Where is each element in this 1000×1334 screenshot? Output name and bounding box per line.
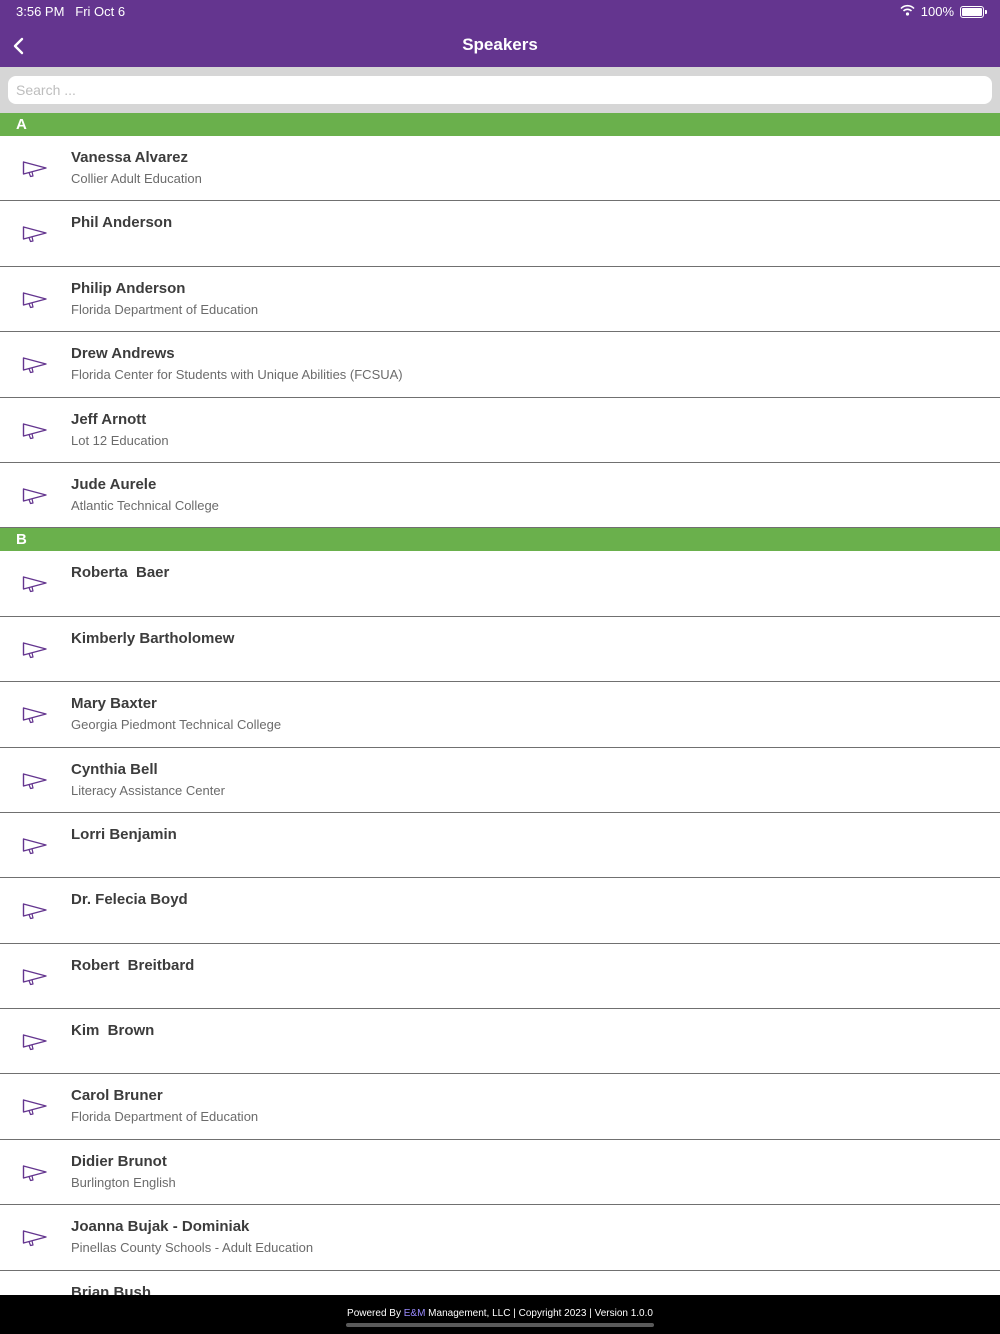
speaker-row[interactable]: Mary Baxter Georgia Piedmont Technical Co…: [0, 682, 1000, 748]
speaker-row[interactable]: Kimberly Bartholomew: [0, 616, 1000, 683]
wifi-icon: [900, 4, 915, 19]
speaker-row[interactable]: Carol Bruner Florida Department of Educat…: [0, 1074, 1000, 1140]
footer: Powered By E&M Management, LLC | Copyrig…: [0, 1295, 1000, 1334]
speaker-organization: Florida Center for Students with Unique …: [71, 367, 403, 383]
megaphone-icon: [22, 354, 48, 374]
megaphone-icon: [22, 420, 48, 440]
speaker-list[interactable]: A Vanessa Alvarez Collier Adult Education P…: [0, 113, 1000, 1295]
speaker-name: Didier Brunot: [71, 1152, 167, 1170]
megaphone-icon: [22, 1031, 48, 1051]
footer-brand: E&M: [403, 1308, 426, 1319]
search-input[interactable]: [8, 76, 992, 104]
speaker-row[interactable]: Cynthia Bell Literacy Assistance Center: [0, 747, 1000, 813]
speaker-name: Cynthia Bell: [71, 760, 158, 778]
speaker-name: Robert Breitbard: [71, 956, 195, 974]
speaker-organization: Georgia Piedmont Technical College: [71, 717, 282, 733]
megaphone-icon: [22, 158, 48, 178]
speaker-organization: Burlington English: [71, 1174, 176, 1190]
megaphone-icon: [22, 1162, 48, 1182]
megaphone-icon: [22, 639, 48, 659]
megaphone-icon: [22, 1227, 48, 1247]
speaker-name: Joanna Bujak - Dominiak: [71, 1218, 250, 1236]
speaker-row[interactable]: Robert Breitbard: [0, 943, 1000, 1010]
status-indicators: 100%: [900, 4, 987, 19]
home-indicator: [346, 1323, 654, 1327]
speaker-name: Lorri Benjamin: [71, 825, 177, 843]
megaphone-icon: [22, 966, 48, 986]
speaker-row[interactable]: Philip Anderson Florida Department of Edu…: [0, 266, 1000, 333]
speaker-row[interactable]: Joanna Bujak - Dominiak Pinellas County S…: [0, 1205, 1000, 1271]
megaphone-icon: [22, 485, 48, 505]
speaker-row[interactable]: Didier Brunot Burlington English: [0, 1139, 1000, 1206]
status-time: 3:56 PM Fri Oct 6: [16, 4, 125, 19]
megaphone-icon: [22, 573, 48, 593]
speaker-name: Mary Baxter: [71, 695, 157, 713]
megaphone-icon: [22, 900, 48, 920]
speaker-name: Kimberly Bartholomew: [71, 629, 235, 647]
navigation-bar: 3:56 PM Fri Oct 6 100% Speakers: [0, 0, 1000, 67]
megaphone-icon: [22, 289, 48, 309]
speaker-name: Kim Brown: [71, 1022, 155, 1040]
speaker-name: Vanessa Alvarez: [71, 149, 189, 166]
footer-text: Powered By E&M Management, LLC | Copyrig…: [0, 1308, 1000, 1319]
speaker-row[interactable]: Kim Brown: [0, 1009, 1000, 1075]
speaker-name: Carol Bruner: [71, 1087, 163, 1105]
speaker-row[interactable]: Brian Bush: [0, 1270, 1000, 1295]
megaphone-icon: [22, 835, 48, 855]
megaphone-icon: [22, 1096, 48, 1116]
speaker-name: Jude Aurele: [71, 475, 157, 493]
speaker-name: Roberta Baer: [71, 564, 170, 582]
speaker-row[interactable]: Lorri Benjamin: [0, 812, 1000, 879]
speaker-row[interactable]: Jude Aurele Atlantic Technical College: [0, 462, 1000, 529]
speaker-organization: Atlantic Technical College: [71, 497, 219, 513]
megaphone-icon: [22, 770, 48, 790]
status-clock: 3:56 PM: [16, 4, 65, 19]
page-title: Speakers: [462, 35, 538, 54]
megaphone-icon: [22, 223, 48, 243]
speaker-row[interactable]: Vanessa Alvarez Collier Adult Education: [0, 136, 1000, 202]
section-header-b: B: [0, 528, 1000, 552]
megaphone-icon: [22, 704, 48, 724]
speaker-name: Phil Anderson: [71, 214, 173, 232]
speaker-organization: Florida Department of Education: [71, 1109, 259, 1125]
speaker-name: Drew Andrews: [71, 345, 175, 363]
battery-icon: [960, 5, 987, 18]
footer-suffix: Management, LLC | Copyright 2023 | Versi…: [425, 1308, 653, 1319]
footer-prefix: Powered By: [347, 1308, 404, 1319]
speaker-organization: Florida Department of Education: [71, 301, 259, 317]
speaker-organization: Literacy Assistance Center: [71, 782, 225, 798]
speaker-name: Brian Bush: [71, 1283, 152, 1295]
speaker-organization: Lot 12 Education: [71, 432, 169, 448]
speaker-row[interactable]: Phil Anderson: [0, 201, 1000, 267]
speaker-name: Philip Anderson: [71, 279, 186, 297]
search-bar: [0, 67, 1000, 113]
speaker-organization: Pinellas County Schools - Adult Educatio…: [71, 1240, 314, 1256]
section-header-a: A: [0, 113, 1000, 136]
speaker-name: Jeff Arnott: [71, 410, 147, 428]
battery-percent: 100%: [920, 4, 954, 19]
status-date: Fri Oct 6: [75, 4, 126, 19]
speaker-row[interactable]: Jeff Arnott Lot 12 Education: [0, 397, 1000, 463]
speaker-row[interactable]: Dr. Felecia Boyd: [0, 878, 1000, 944]
speaker-row[interactable]: Roberta Baer: [0, 551, 1000, 617]
speaker-name: Dr. Felecia Boyd: [71, 891, 188, 909]
speaker-row[interactable]: Drew Andrews Florida Center for Students …: [0, 332, 1000, 398]
speaker-organization: Collier Adult Education: [71, 171, 202, 186]
